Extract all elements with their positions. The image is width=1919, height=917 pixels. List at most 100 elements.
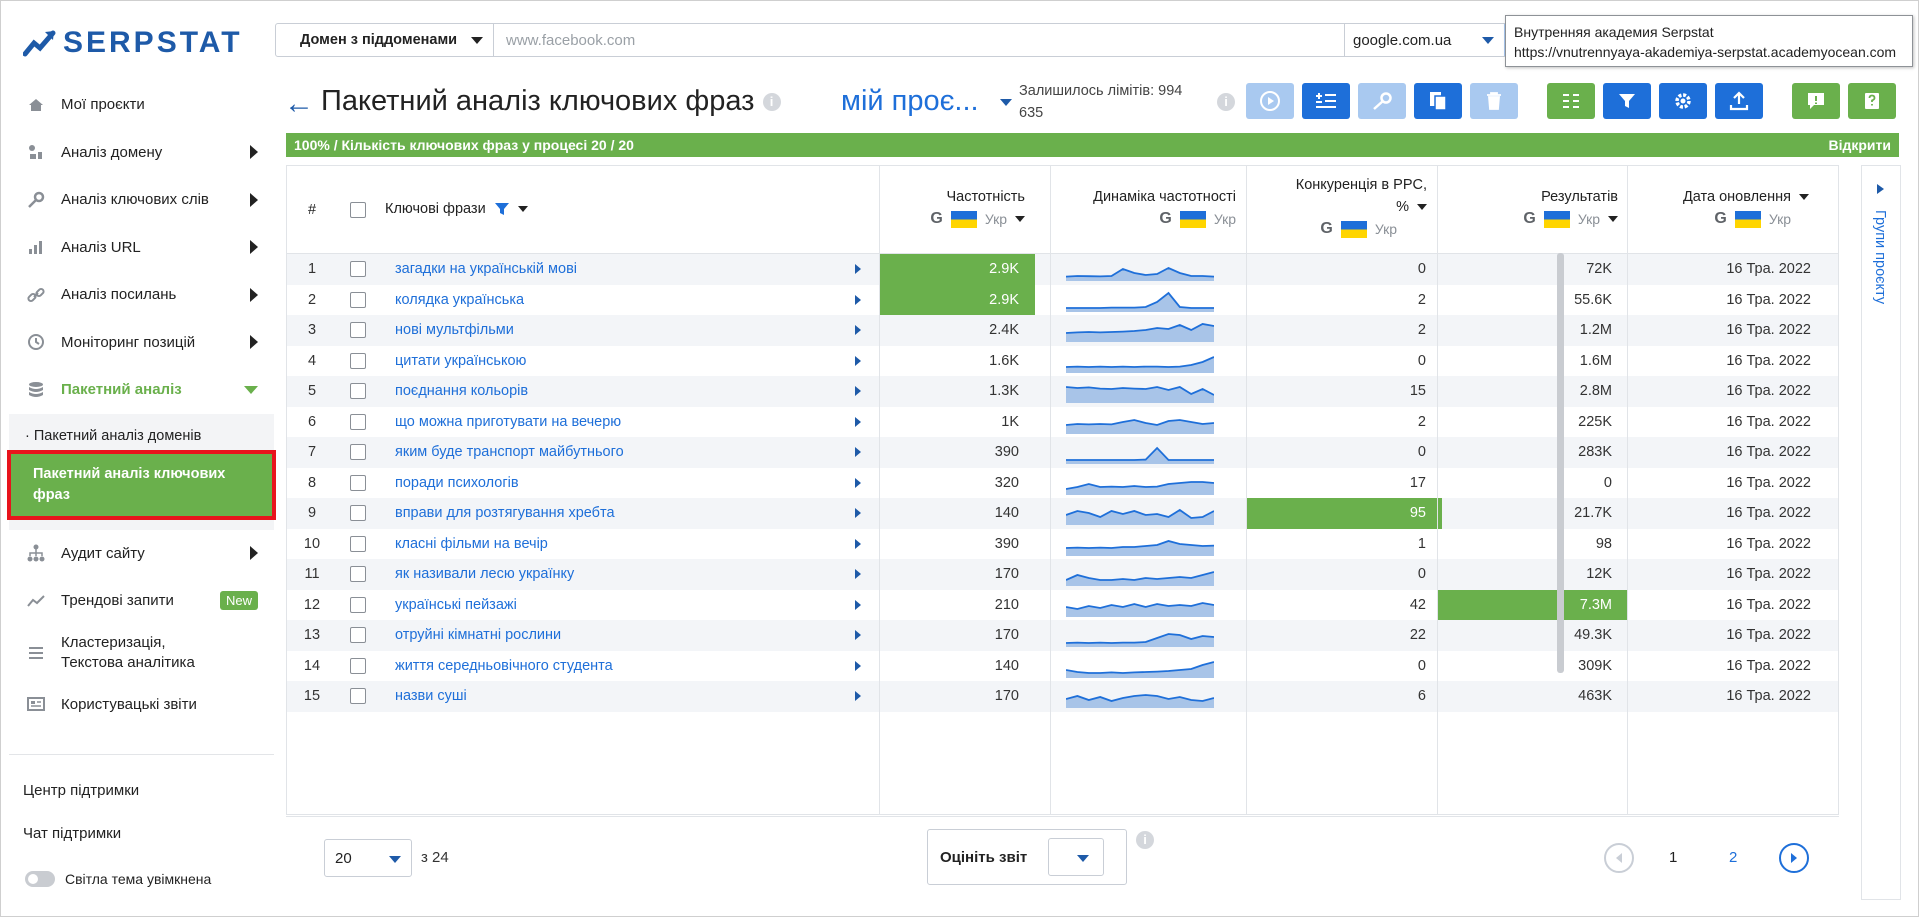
col-header-cpc[interactable]: Конкуренція в PPC, % G Укр (1247, 166, 1427, 254)
keyword-link[interactable]: поєднання кольорів (395, 376, 775, 407)
keyword-link[interactable]: цитати українською (395, 346, 775, 377)
page-1[interactable]: 1 (1669, 849, 1677, 866)
keyword-link[interactable]: нові мультфільми (395, 315, 775, 346)
back-arrow-icon[interactable]: ← (284, 87, 314, 121)
chevron-down-icon[interactable] (1799, 194, 1809, 201)
table-row[interactable]: 9 вправи для розтягування хребта 140 95 21.7… (287, 498, 1838, 529)
project-groups-label[interactable]: Групи проєкту (1872, 210, 1888, 304)
sidebar-item-backlink-analysis[interactable]: Аналіз посилань (9, 271, 274, 319)
table-row[interactable]: 13 отруйні кімнатні рослини 170 22 49.3K 16 Т… (287, 620, 1838, 651)
row-expand-button[interactable] (855, 498, 865, 529)
keys-button[interactable] (1358, 83, 1406, 119)
table-row[interactable]: 10 класні фільми на вечір 390 1 98 16 Тра. 20… (287, 529, 1838, 560)
copy-button[interactable] (1414, 83, 1462, 119)
per-page-select[interactable]: 20 (324, 839, 412, 877)
next-page-button[interactable] (1779, 843, 1809, 873)
chevron-down-icon[interactable] (517, 206, 528, 212)
help-button[interactable] (1848, 83, 1896, 119)
row-expand-button[interactable] (855, 407, 865, 438)
select-all-checkbox[interactable] (350, 202, 366, 218)
col-header-keyword[interactable]: Ключові фрази (385, 194, 528, 224)
table-row[interactable]: 15 назви суші 170 6 463K 16 Тра. 2022 (287, 681, 1838, 712)
add-keywords-button[interactable] (1302, 83, 1350, 119)
sidebar-item-clustering[interactable]: Кластеризація, Текстова аналітика (9, 625, 274, 681)
row-expand-button[interactable] (855, 285, 865, 316)
row-checkbox[interactable] (350, 315, 366, 346)
table-row[interactable]: 7 яким буде транспорт майбутнього 390 0 283K… (287, 437, 1838, 468)
row-expand-button[interactable] (855, 468, 865, 499)
search-scope-select[interactable]: Домен з піддоменами (276, 24, 494, 56)
row-expand-button[interactable] (855, 559, 865, 590)
row-expand-button[interactable] (855, 620, 865, 651)
project-groups-panel[interactable]: Групи проєкту (1861, 165, 1901, 900)
rate-info-icon[interactable]: i (1136, 831, 1154, 849)
keyword-link[interactable]: отруйні кімнатні рослини (395, 620, 775, 651)
filter-button[interactable] (1603, 83, 1651, 119)
keyword-link[interactable]: класні фільми на вечір (395, 529, 775, 560)
keyword-link[interactable]: загадки на українській мові (395, 254, 775, 285)
row-checkbox[interactable] (350, 254, 366, 285)
keyword-link[interactable]: поради психологів (395, 468, 775, 499)
row-expand-button[interactable] (855, 315, 865, 346)
chevron-down-icon[interactable] (1000, 99, 1012, 106)
keyword-link[interactable]: яким буде транспорт майбутнього (395, 437, 775, 468)
row-checkbox[interactable] (350, 468, 366, 499)
feedback-button[interactable] (1792, 83, 1840, 119)
info-icon[interactable]: i (762, 93, 781, 112)
row-expand-button[interactable] (855, 254, 865, 285)
chevron-down-icon[interactable] (1417, 204, 1427, 211)
row-checkbox[interactable] (350, 590, 366, 621)
sidebar-item-keyword-analysis[interactable]: Аналіз ключових слів (9, 176, 274, 224)
keyword-link[interactable]: українські пейзажі (395, 590, 775, 621)
row-checkbox[interactable] (350, 407, 366, 438)
keyword-link[interactable]: що можна приготувати на вечерю (395, 407, 775, 438)
row-checkbox[interactable] (350, 437, 366, 468)
logo[interactable]: SERPSTAT (23, 23, 243, 63)
export-button[interactable] (1715, 83, 1763, 119)
subnav-batch-keywords[interactable]: Пакетний аналіз ключових фраз (7, 449, 276, 520)
row-checkbox[interactable] (350, 285, 366, 316)
page-2[interactable]: 2 (1729, 849, 1737, 866)
row-checkbox[interactable] (350, 559, 366, 590)
rate-report-select[interactable] (1048, 838, 1104, 876)
col-header-results[interactable]: Результатів G Укр (1438, 166, 1618, 254)
row-expand-button[interactable] (855, 590, 865, 621)
row-expand-button[interactable] (855, 681, 865, 712)
search-input[interactable]: www.facebook.com (494, 24, 1344, 56)
row-checkbox[interactable] (350, 651, 366, 682)
chevron-right-icon[interactable] (1877, 184, 1884, 194)
sidebar-item-rank-tracker[interactable]: Моніторинг позицій (9, 319, 274, 367)
row-checkbox[interactable] (350, 681, 366, 712)
row-checkbox[interactable] (350, 529, 366, 560)
theme-toggle[interactable] (25, 871, 55, 887)
sidebar-item-domain-analysis[interactable]: Аналіз домену (9, 129, 274, 177)
support-center-link[interactable]: Центр підтримки (23, 782, 139, 799)
sidebar-item-url-analysis[interactable]: Аналіз URL (9, 224, 274, 272)
keyword-link[interactable]: як називали лесю українку (395, 559, 775, 590)
table-row[interactable]: 6 що можна приготувати на вечерю 1K 2 225K 16… (287, 407, 1838, 438)
sidebar-item-trends[interactable]: Трендові запити New (9, 577, 274, 625)
table-row[interactable]: 4 цитати українською 1.6K 0 1.6M 16 Тра. 2022 (287, 346, 1838, 377)
table-row[interactable]: 5 поєднання кольорів 1.3K 15 2.8M 16 Тра. 202… (287, 376, 1838, 407)
play-button[interactable] (1246, 83, 1294, 119)
row-checkbox[interactable] (350, 376, 366, 407)
table-row[interactable]: 2 колядка українська 2.9K 2 55.6K 16 Тра. 202… (287, 284, 1838, 316)
subnav-batch-domains[interactable]: · Пакетний аналіз доменів (9, 422, 274, 450)
table-row[interactable]: 3 нові мультфільми 2.4K 2 1.2M 16 Тра. 2022 (287, 315, 1838, 346)
sidebar-item-site-audit[interactable]: Аудит сайту (9, 530, 274, 578)
columns-button[interactable] (1547, 83, 1595, 119)
search-database-select[interactable]: google.com.ua (1344, 24, 1504, 56)
chevron-down-icon[interactable] (1608, 216, 1618, 223)
table-row[interactable]: 11 як називали лесю українку 170 0 12K 16 Тра… (287, 559, 1838, 590)
table-row[interactable]: 8 поради психологів 320 17 0 16 Тра. 2022 (287, 468, 1838, 499)
settings-button[interactable] (1659, 83, 1707, 119)
table-row[interactable]: 1 загадки на українській мові 2.9K 0 72K 16 Т… (287, 254, 1838, 285)
row-checkbox[interactable] (350, 498, 366, 529)
table-row[interactable]: 14 життя середньовічного студента 140 0 309K… (287, 651, 1838, 682)
sidebar-item-my-projects[interactable]: Мої проєкти (9, 81, 274, 129)
limits-info-icon[interactable]: i (1217, 93, 1235, 111)
keyword-link[interactable]: назви суші (395, 681, 775, 712)
row-expand-button[interactable] (855, 529, 865, 560)
keyword-link[interactable]: вправи для розтягування хребта (395, 498, 775, 529)
prev-page-button[interactable] (1604, 843, 1634, 873)
